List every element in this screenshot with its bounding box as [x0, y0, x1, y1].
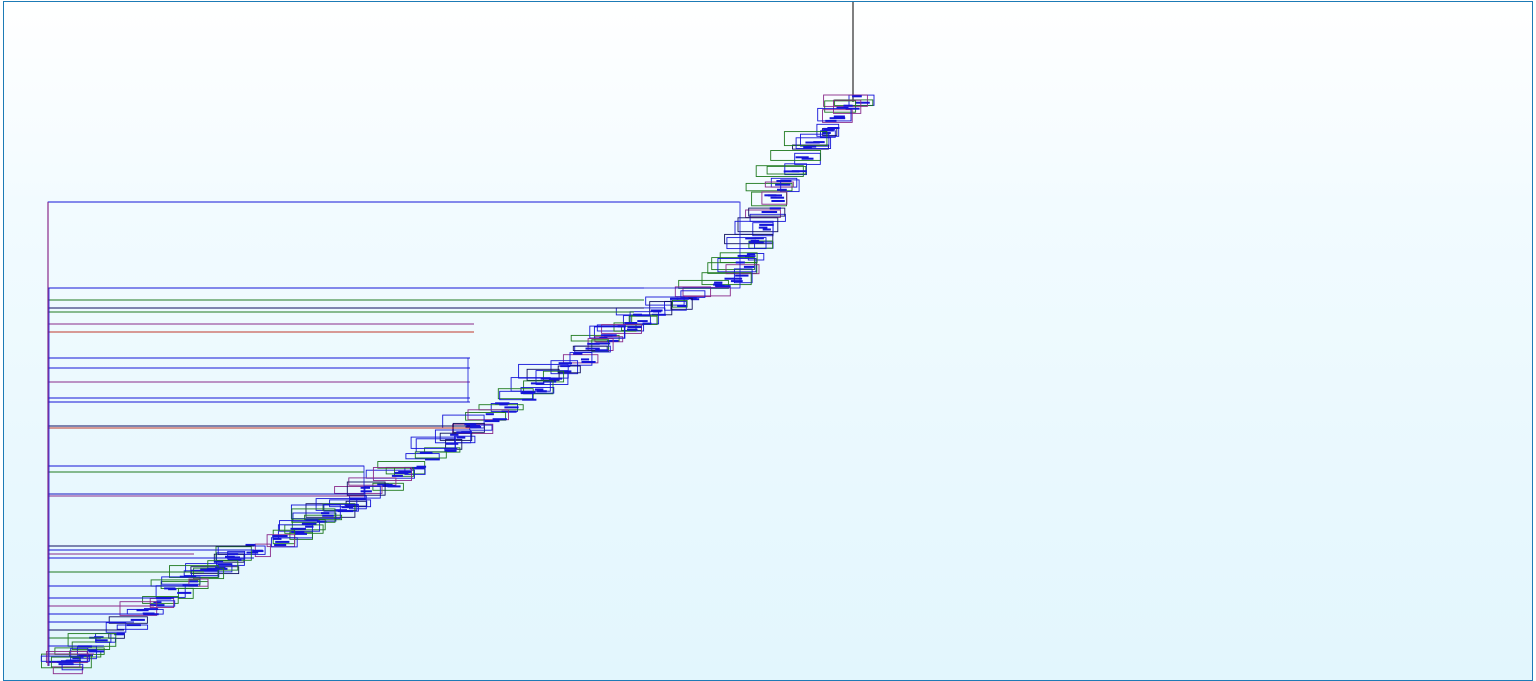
tree-bracket-3 — [47, 465, 365, 495]
tree-mark-99 — [670, 297, 693, 310]
tree-mark-325 — [105, 622, 127, 633]
tree-bracket-1 — [47, 201, 741, 289]
diagram-canvas[interactable] — [3, 1, 1533, 681]
tree-bracket-2 — [47, 357, 469, 403]
tree-diagram — [40, 2, 875, 675]
tree-mark-46 — [751, 191, 787, 207]
